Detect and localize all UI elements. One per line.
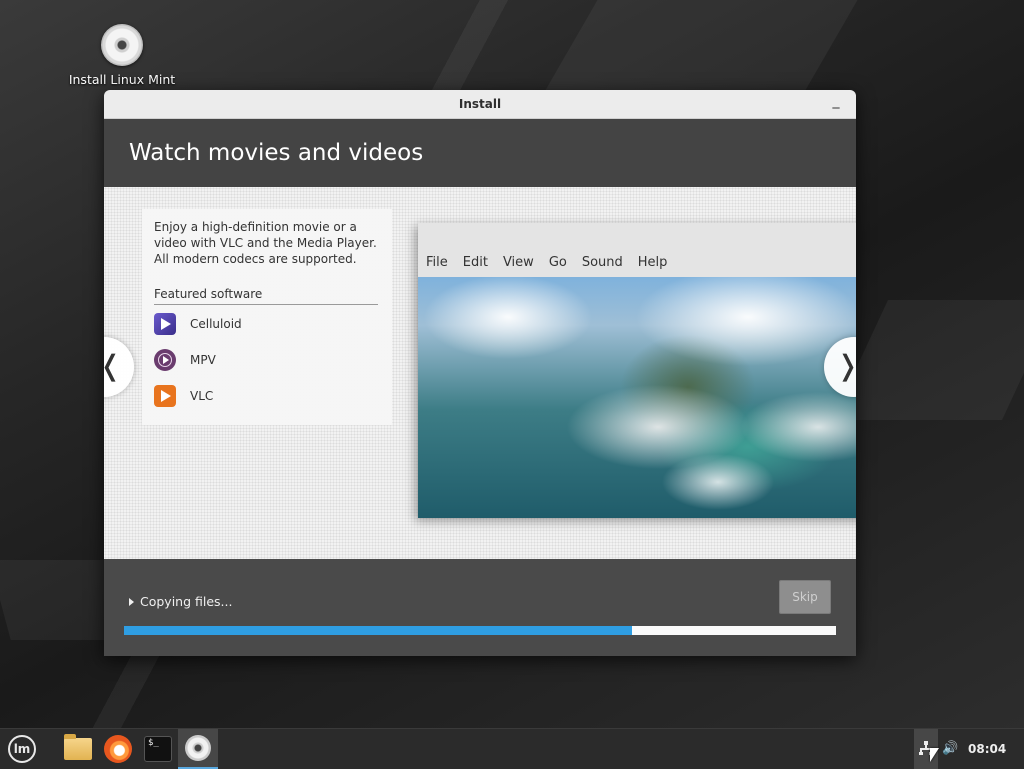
- player-menu-go: Go: [548, 255, 567, 270]
- folder-icon: [64, 734, 92, 760]
- taskbar-firefox-launcher[interactable]: [98, 729, 138, 769]
- disc-icon: [185, 735, 211, 761]
- install-status-area: Copying files... Skip: [104, 559, 856, 656]
- featured-app-celluloid: Celluloid: [154, 313, 242, 335]
- chevron-right-icon: ❭: [836, 337, 856, 395]
- player-menu-file: File: [426, 255, 448, 270]
- taskbar: lm $_ 🔊 08:04: [0, 728, 1024, 769]
- chevron-left-icon: ❬: [104, 337, 122, 395]
- status-text: Copying files...: [140, 594, 233, 609]
- disc-icon: [101, 24, 143, 66]
- player-menu-view: View: [502, 255, 534, 270]
- firefox-icon: [104, 735, 132, 763]
- window-title: Install: [458, 97, 502, 111]
- desktop-icon-label: Install Linux Mint: [68, 72, 176, 87]
- skip-button[interactable]: Skip: [779, 580, 831, 614]
- player-menu-help: Help: [637, 255, 668, 270]
- mouse-cursor-icon: [930, 748, 939, 762]
- media-player-screenshot: File Edit View Go Sound Help: [418, 223, 856, 518]
- taskbar-terminal-launcher[interactable]: $_: [138, 729, 178, 769]
- taskbar-installer-window[interactable]: [178, 729, 218, 769]
- clock[interactable]: 08:04: [968, 729, 1006, 769]
- vlc-icon: [154, 385, 176, 407]
- celluloid-icon: [154, 313, 176, 335]
- install-window: Install _ Watch movies and videos Enjoy …: [104, 90, 856, 656]
- featured-app-vlc: VLC: [154, 385, 213, 407]
- taskbar-files-launcher[interactable]: [58, 729, 98, 769]
- player-menu-sound: Sound: [581, 255, 623, 270]
- featured-app-label: Celluloid: [190, 317, 242, 331]
- featured-app-mpv: MPV: [154, 349, 216, 371]
- player-menubar: File Edit View Go Sound Help: [426, 255, 682, 270]
- featured-app-label: MPV: [190, 353, 216, 367]
- linux-mint-logo-icon: lm: [8, 735, 36, 763]
- description-panel: Enjoy a high-definition movie or a video…: [142, 209, 392, 425]
- slide-heading: Watch movies and videos: [104, 119, 856, 187]
- install-progress-bar: [124, 626, 836, 635]
- window-titlebar[interactable]: Install _: [104, 90, 856, 119]
- terminal-icon: $_: [144, 736, 172, 762]
- volume-icon[interactable]: 🔊: [942, 741, 960, 757]
- start-menu-button[interactable]: lm: [2, 729, 42, 769]
- install-linux-mint-desktop-icon[interactable]: Install Linux Mint: [62, 24, 182, 87]
- video-frame-image: [418, 277, 856, 518]
- minimize-button[interactable]: _: [830, 94, 842, 110]
- expander-arrow-icon: [129, 597, 134, 606]
- mpv-icon: [154, 349, 176, 371]
- featured-software-heading: Featured software: [154, 287, 378, 305]
- previous-slide-button[interactable]: ❬: [104, 337, 134, 397]
- bg-facet: [832, 300, 1024, 420]
- slideshow-panel: Enjoy a high-definition movie or a video…: [104, 187, 856, 559]
- progress-fill: [124, 626, 632, 635]
- slide-description: Enjoy a high-definition movie or a video…: [154, 220, 377, 266]
- player-menu-edit: Edit: [462, 255, 488, 270]
- featured-app-label: VLC: [190, 389, 214, 403]
- details-expander[interactable]: Copying files...: [129, 594, 232, 609]
